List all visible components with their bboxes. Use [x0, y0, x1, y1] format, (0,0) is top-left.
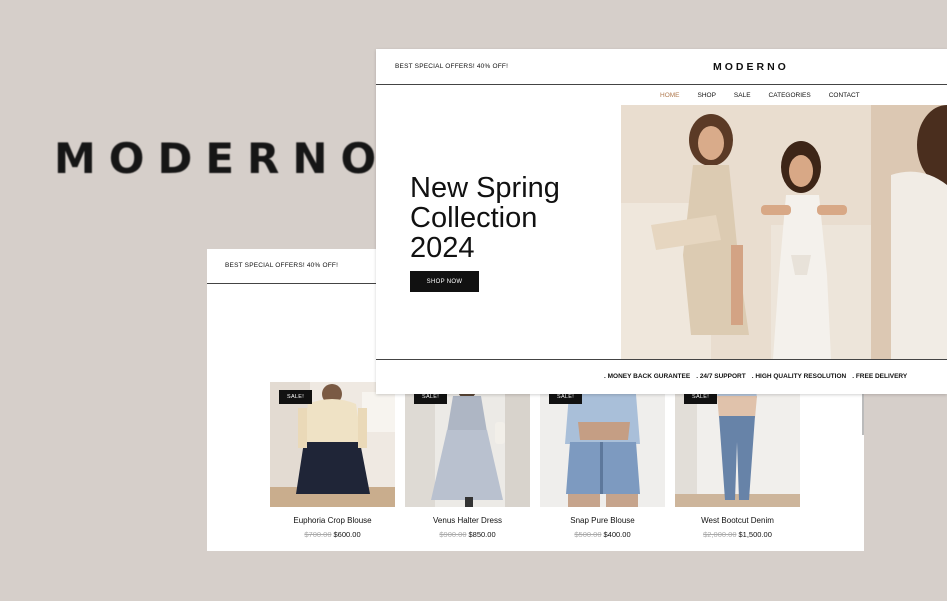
sale-badge: SALE! [279, 390, 313, 404]
product-price: $2,000.00 $1,500.00 [675, 530, 800, 539]
sale-price: $1,500.00 [738, 530, 772, 539]
product-image[interactable]: SALE! [270, 382, 395, 507]
feature-quality: . HIGH QUALITY RESOLUTION [751, 373, 847, 380]
features-divider [376, 359, 947, 360]
hero-image [621, 105, 947, 359]
header-divider [376, 84, 947, 85]
shop-now-button[interactable]: SHOP NOW [410, 271, 479, 292]
old-price: $2,000.00 [703, 530, 737, 539]
product-card[interactable]: SALE! West Bootcut Denim $2,000.00 $1,500… [675, 382, 800, 539]
old-price: $900.00 [439, 530, 467, 539]
hero-title-line: Collection [410, 202, 538, 234]
product-image[interactable]: SALE! [675, 382, 800, 507]
product-image[interactable]: SALE! [405, 382, 530, 507]
product-card[interactable]: SALE! Snap Pure Blouse $500.00 $400.00 [540, 382, 665, 539]
product-name[interactable]: Snap Pure Blouse [540, 516, 665, 525]
nav-sale[interactable]: SALE [734, 92, 751, 99]
product-price: $500.00 $400.00 [540, 530, 665, 539]
offer-banner-text: BEST SPECIAL OFFERS! 40% OFF! [395, 63, 509, 70]
feature-support: . 24/7 SUPPORT [696, 373, 746, 380]
offer-banner-text: BEST SPECIAL OFFERS! 40% OFF! [225, 262, 339, 269]
old-price: $700.00 [304, 530, 332, 539]
product-price: $700.00 $600.00 [270, 530, 395, 539]
hero-title-line: 2024 [410, 232, 475, 264]
features-bar: . MONEY BACK GURANTEE . 24/7 SUPPORT . H… [604, 373, 907, 380]
product-card[interactable]: SALE! Euphoria Crop Blouse $700.00 $600.0… [270, 382, 395, 539]
product-name[interactable]: Euphoria Crop Blouse [270, 516, 395, 525]
scrollbar[interactable] [862, 389, 864, 435]
product-grid: SALE! Euphoria Crop Blouse $700.00 $600.0… [270, 382, 800, 539]
feature-delivery: . FREE DELIVERY [852, 373, 908, 380]
feature-money-back: . MONEY BACK GURANTEE [604, 373, 691, 380]
hero-screenshot: BEST SPECIAL OFFERS! 40% OFF! MODERNO HO… [376, 49, 947, 394]
old-price: $500.00 [574, 530, 602, 539]
product-name[interactable]: West Bootcut Denim [675, 516, 800, 525]
main-nav: HOME SHOP SALE CATEGORIES CONTACT [660, 92, 860, 99]
product-name[interactable]: Venus Halter Dress [405, 516, 530, 525]
sale-price: $400.00 [603, 530, 631, 539]
nav-home[interactable]: HOME [660, 92, 680, 99]
nav-shop[interactable]: SHOP [698, 92, 716, 99]
sale-price: $600.00 [333, 530, 361, 539]
site-logo[interactable]: MODERNO [713, 61, 789, 73]
product-price: $900.00 $850.00 [405, 530, 530, 539]
brand-logo-large: MODERNO [54, 134, 390, 183]
sale-price: $850.00 [468, 530, 496, 539]
nav-contact[interactable]: CONTACT [829, 92, 860, 99]
nav-categories[interactable]: CATEGORIES [769, 92, 811, 99]
product-card[interactable]: SALE! Venus Halter Dress $900.00 $850.00 [405, 382, 530, 539]
hero-title-line: New Spring [410, 172, 560, 204]
product-image[interactable]: SALE! [540, 382, 665, 507]
hero-title: New Spring Collection 2024 [410, 173, 600, 263]
